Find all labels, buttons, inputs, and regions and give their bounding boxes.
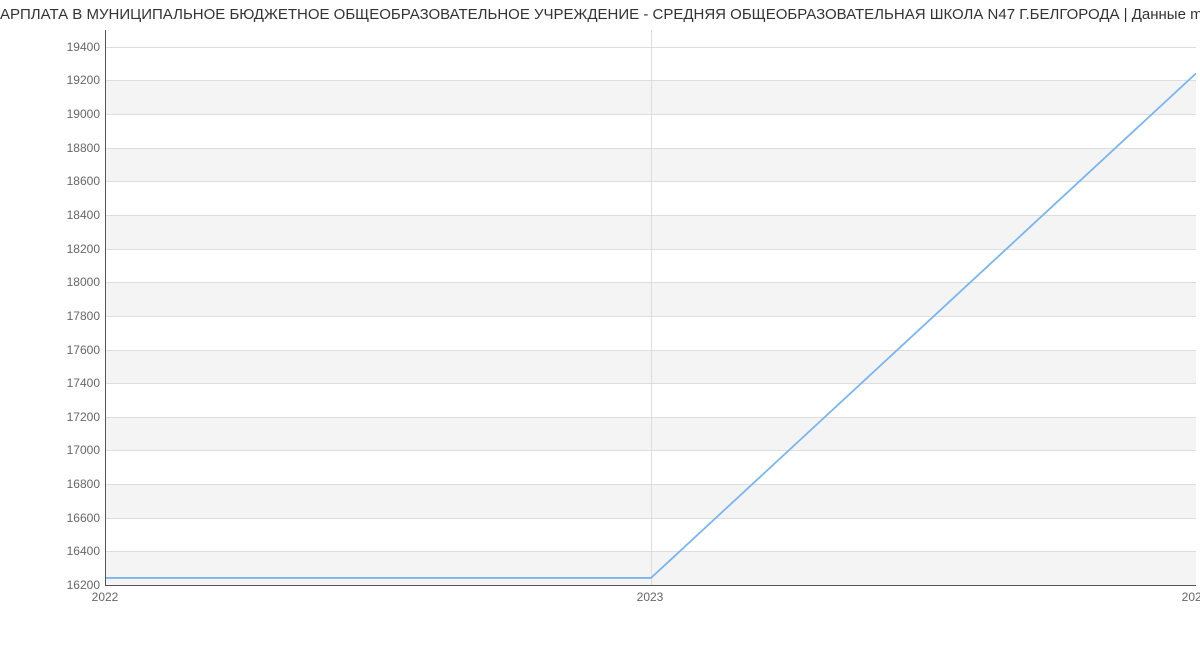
y-tick-label: 17800: [10, 309, 100, 323]
y-tick-label: 16600: [10, 511, 100, 525]
y-tick-label: 18000: [10, 275, 100, 289]
y-tick-label: 18600: [10, 174, 100, 188]
chart-title: АРПЛАТА В МУНИЦИПАЛЬНОЕ БЮДЖЕТНОЕ ОБЩЕОБ…: [0, 6, 1200, 23]
y-tick-label: 17200: [10, 410, 100, 424]
y-tick-label: 19400: [10, 40, 100, 54]
y-tick-label: 16200: [10, 578, 100, 592]
y-tick-label: 16800: [10, 477, 100, 491]
gridline-y: [106, 585, 1196, 586]
y-tick-label: 19000: [10, 107, 100, 121]
y-tick-label: 16400: [10, 544, 100, 558]
x-tick-label: 2023: [637, 590, 664, 604]
y-tick-label: 19200: [10, 73, 100, 87]
plot-area: [105, 30, 1196, 586]
y-tick-label: 17400: [10, 376, 100, 390]
y-tick-label: 18400: [10, 208, 100, 222]
x-tick-label: 2024: [1182, 590, 1200, 604]
y-tick-label: 18200: [10, 242, 100, 256]
line-plot: [106, 30, 1196, 585]
x-tick-label: 2022: [92, 590, 119, 604]
y-tick-label: 17600: [10, 343, 100, 357]
y-tick-label: 18800: [10, 141, 100, 155]
y-tick-label: 17000: [10, 443, 100, 457]
